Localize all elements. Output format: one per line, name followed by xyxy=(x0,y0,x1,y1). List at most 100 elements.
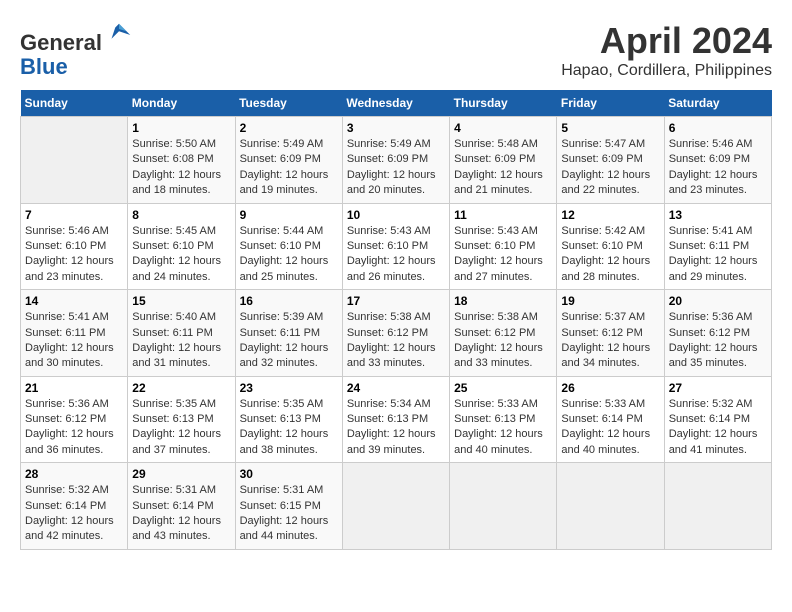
day-info: Sunrise: 5:31 AM Sunset: 6:14 PM Dayligh… xyxy=(132,483,230,545)
calendar-cell: 2Sunrise: 5:49 AM Sunset: 6:09 PM Daylig… xyxy=(235,117,342,204)
day-info: Sunrise: 5:50 AM Sunset: 6:08 PM Dayligh… xyxy=(132,137,230,199)
column-header-saturday: Saturday xyxy=(664,90,771,117)
day-number: 14 xyxy=(25,294,123,308)
logo-general-text: General xyxy=(20,30,102,55)
day-info: Sunrise: 5:33 AM Sunset: 6:14 PM Dayligh… xyxy=(561,397,659,459)
day-info: Sunrise: 5:36 AM Sunset: 6:12 PM Dayligh… xyxy=(25,397,123,459)
day-info: Sunrise: 5:46 AM Sunset: 6:09 PM Dayligh… xyxy=(669,137,767,199)
day-number: 22 xyxy=(132,381,230,395)
page-title: April 2024 xyxy=(561,20,772,62)
day-number: 24 xyxy=(347,381,445,395)
calendar-week-row: 1 Sunrise: 5:50 AM Sunset: 6:08 PM Daylig… xyxy=(21,117,772,204)
day-number: 2 xyxy=(240,121,338,135)
day-info: Sunrise: 5:35 AM Sunset: 6:13 PM Dayligh… xyxy=(240,397,338,459)
calendar-cell: 7 Sunrise: 5:46 AM Sunset: 6:10 PM Daylig… xyxy=(21,203,128,290)
day-info: Sunrise: 5:45 AM Sunset: 6:10 PM Dayligh… xyxy=(132,224,230,286)
calendar-cell: 26 Sunrise: 5:33 AM Sunset: 6:14 PM Dayli… xyxy=(557,376,664,463)
calendar-cell: 28 Sunrise: 5:32 AM Sunset: 6:14 PM Dayli… xyxy=(21,463,128,550)
day-info: Sunrise: 5:48 AM Sunset: 6:09 PM Dayligh… xyxy=(454,137,552,199)
day-number: 1 xyxy=(132,121,230,135)
column-header-tuesday: Tuesday xyxy=(235,90,342,117)
day-info: Sunrise: 5:40 AM Sunset: 6:11 PM Dayligh… xyxy=(132,310,230,372)
calendar-table: SundayMondayTuesdayWednesdayThursdayFrid… xyxy=(20,90,772,550)
calendar-cell: 11Sunrise: 5:43 AM Sunset: 6:10 PM Dayli… xyxy=(450,203,557,290)
calendar-cell: 18 Sunrise: 5:38 AM Sunset: 6:12 PM Dayli… xyxy=(450,290,557,377)
calendar-week-row: 14 Sunrise: 5:41 AM Sunset: 6:11 PM Dayli… xyxy=(21,290,772,377)
page-subtitle: Hapao, Cordillera, Philippines xyxy=(561,62,772,80)
day-info: Sunrise: 5:38 AM Sunset: 6:12 PM Dayligh… xyxy=(347,310,445,372)
day-info: Sunrise: 5:36 AM Sunset: 6:12 PM Dayligh… xyxy=(669,310,767,372)
calendar-cell: 12 Sunrise: 5:42 AM Sunset: 6:10 PM Dayli… xyxy=(557,203,664,290)
day-info: Sunrise: 5:46 AM Sunset: 6:10 PM Dayligh… xyxy=(25,224,123,286)
column-header-sunday: Sunday xyxy=(21,90,128,117)
day-info: Sunrise: 5:47 AM Sunset: 6:09 PM Dayligh… xyxy=(561,137,659,199)
day-number: 20 xyxy=(669,294,767,308)
day-info: Sunrise: 5:35 AM Sunset: 6:13 PM Dayligh… xyxy=(132,397,230,459)
calendar-cell xyxy=(664,463,771,550)
calendar-week-row: 21 Sunrise: 5:36 AM Sunset: 6:12 PM Dayli… xyxy=(21,376,772,463)
day-number: 21 xyxy=(25,381,123,395)
day-info: Sunrise: 5:44 AM Sunset: 6:10 PM Dayligh… xyxy=(240,224,338,286)
day-number: 4 xyxy=(454,121,552,135)
logo-blue-text: Blue xyxy=(20,54,68,79)
calendar-cell: 14 Sunrise: 5:41 AM Sunset: 6:11 PM Dayli… xyxy=(21,290,128,377)
column-header-thursday: Thursday xyxy=(450,90,557,117)
day-info: Sunrise: 5:43 AM Sunset: 6:10 PM Dayligh… xyxy=(347,224,445,286)
calendar-cell: 29 Sunrise: 5:31 AM Sunset: 6:14 PM Dayli… xyxy=(128,463,235,550)
day-number: 19 xyxy=(561,294,659,308)
calendar-cell xyxy=(21,117,128,204)
day-number: 28 xyxy=(25,467,123,481)
day-info: Sunrise: 5:32 AM Sunset: 6:14 PM Dayligh… xyxy=(669,397,767,459)
calendar-cell: 1 Sunrise: 5:50 AM Sunset: 6:08 PM Daylig… xyxy=(128,117,235,204)
calendar-cell: 6 Sunrise: 5:46 AM Sunset: 6:09 PM Daylig… xyxy=(664,117,771,204)
calendar-cell xyxy=(342,463,449,550)
calendar-cell: 15Sunrise: 5:40 AM Sunset: 6:11 PM Dayli… xyxy=(128,290,235,377)
title-section: April 2024 Hapao, Cordillera, Philippine… xyxy=(561,20,772,80)
day-info: Sunrise: 5:49 AM Sunset: 6:09 PM Dayligh… xyxy=(347,137,445,199)
calendar-cell: 19 Sunrise: 5:37 AM Sunset: 6:12 PM Dayli… xyxy=(557,290,664,377)
day-number: 12 xyxy=(561,208,659,222)
calendar-cell: 20 Sunrise: 5:36 AM Sunset: 6:12 PM Dayli… xyxy=(664,290,771,377)
day-info: Sunrise: 5:43 AM Sunset: 6:10 PM Dayligh… xyxy=(454,224,552,286)
calendar-cell: 23 Sunrise: 5:35 AM Sunset: 6:13 PM Dayli… xyxy=(235,376,342,463)
calendar-week-row: 28 Sunrise: 5:32 AM Sunset: 6:14 PM Dayli… xyxy=(21,463,772,550)
calendar-cell: 9Sunrise: 5:44 AM Sunset: 6:10 PM Daylig… xyxy=(235,203,342,290)
day-number: 10 xyxy=(347,208,445,222)
day-info: Sunrise: 5:42 AM Sunset: 6:10 PM Dayligh… xyxy=(561,224,659,286)
day-number: 27 xyxy=(669,381,767,395)
calendar-cell: 27 Sunrise: 5:32 AM Sunset: 6:14 PM Dayli… xyxy=(664,376,771,463)
calendar-cell: 21 Sunrise: 5:36 AM Sunset: 6:12 PM Dayli… xyxy=(21,376,128,463)
day-number: 8 xyxy=(132,208,230,222)
day-info: Sunrise: 5:38 AM Sunset: 6:12 PM Dayligh… xyxy=(454,310,552,372)
day-info: Sunrise: 5:41 AM Sunset: 6:11 PM Dayligh… xyxy=(669,224,767,286)
calendar-cell: 24 Sunrise: 5:34 AM Sunset: 6:13 PM Dayli… xyxy=(342,376,449,463)
column-header-friday: Friday xyxy=(557,90,664,117)
day-number: 26 xyxy=(561,381,659,395)
day-info: Sunrise: 5:34 AM Sunset: 6:13 PM Dayligh… xyxy=(347,397,445,459)
day-number: 29 xyxy=(132,467,230,481)
calendar-cell: 8 Sunrise: 5:45 AM Sunset: 6:10 PM Daylig… xyxy=(128,203,235,290)
logo-bird-icon xyxy=(104,20,134,50)
calendar-cell: 25Sunrise: 5:33 AM Sunset: 6:13 PM Dayli… xyxy=(450,376,557,463)
column-header-wednesday: Wednesday xyxy=(342,90,449,117)
day-number: 3 xyxy=(347,121,445,135)
calendar-cell xyxy=(450,463,557,550)
calendar-cell: 17Sunrise: 5:38 AM Sunset: 6:12 PM Dayli… xyxy=(342,290,449,377)
calendar-header-row: SundayMondayTuesdayWednesdayThursdayFrid… xyxy=(21,90,772,117)
calendar-cell: 4 Sunrise: 5:48 AM Sunset: 6:09 PM Daylig… xyxy=(450,117,557,204)
day-number: 7 xyxy=(25,208,123,222)
logo: General Blue xyxy=(20,20,134,79)
calendar-week-row: 7 Sunrise: 5:46 AM Sunset: 6:10 PM Daylig… xyxy=(21,203,772,290)
day-info: Sunrise: 5:41 AM Sunset: 6:11 PM Dayligh… xyxy=(25,310,123,372)
day-info: Sunrise: 5:31 AM Sunset: 6:15 PM Dayligh… xyxy=(240,483,338,545)
day-number: 18 xyxy=(454,294,552,308)
calendar-cell: 22 Sunrise: 5:35 AM Sunset: 6:13 PM Dayli… xyxy=(128,376,235,463)
day-number: 16 xyxy=(240,294,338,308)
calendar-cell: 10 Sunrise: 5:43 AM Sunset: 6:10 PM Dayli… xyxy=(342,203,449,290)
day-info: Sunrise: 5:39 AM Sunset: 6:11 PM Dayligh… xyxy=(240,310,338,372)
day-info: Sunrise: 5:37 AM Sunset: 6:12 PM Dayligh… xyxy=(561,310,659,372)
calendar-cell: 5Sunrise: 5:47 AM Sunset: 6:09 PM Daylig… xyxy=(557,117,664,204)
day-info: Sunrise: 5:32 AM Sunset: 6:14 PM Dayligh… xyxy=(25,483,123,545)
day-number: 6 xyxy=(669,121,767,135)
day-number: 23 xyxy=(240,381,338,395)
